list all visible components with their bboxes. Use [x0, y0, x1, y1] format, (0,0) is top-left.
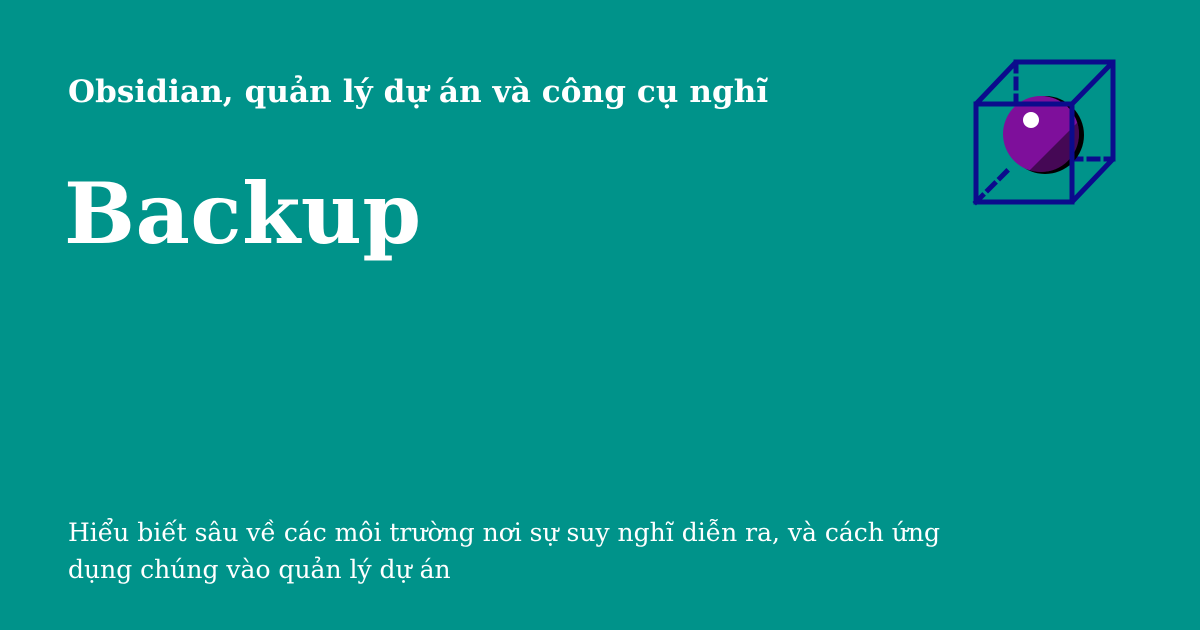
cube-with-sphere-icon [972, 59, 1116, 206]
site-title: Obsidian, quản lý dự án và công cụ nghĩ [68, 74, 769, 110]
page-title: Backup [64, 164, 422, 263]
social-card: Obsidian, quản lý dự án và công cụ nghĩ … [0, 0, 1200, 630]
sphere [1003, 96, 1084, 174]
page-description: Hiểu biết sâu về các môi trường nơi sự s… [68, 518, 941, 584]
